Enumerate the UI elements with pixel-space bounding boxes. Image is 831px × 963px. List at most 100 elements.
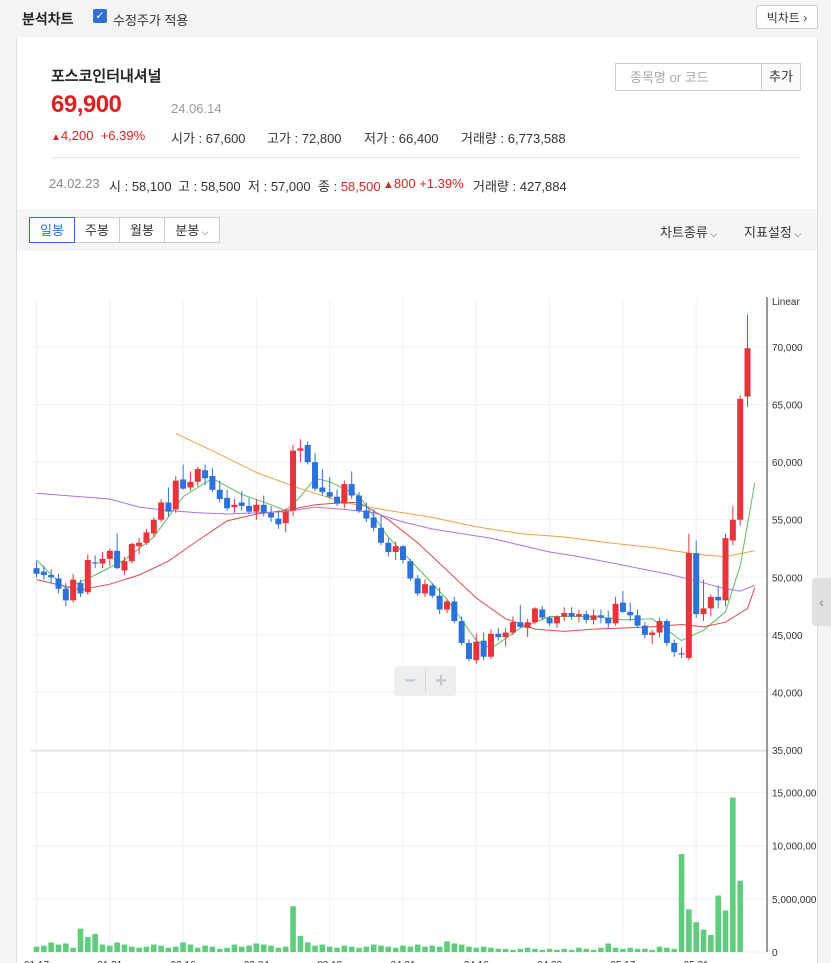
volume-bar (70, 947, 76, 952)
stat-label: 저가 (364, 131, 388, 146)
indicator-label: 지표설정 (744, 225, 792, 240)
zoom-out-button[interactable]: − (395, 669, 425, 693)
candle-body (429, 585, 436, 596)
candle-body (685, 553, 692, 658)
candle-body (290, 450, 297, 511)
candle-body (517, 622, 524, 627)
tab-daily[interactable]: 일봉 (29, 217, 75, 243)
volume-bar (187, 944, 194, 952)
zoom-in-button[interactable]: + (425, 669, 456, 693)
candle-body (634, 615, 641, 626)
volume-bar (363, 946, 370, 952)
volume-bar (246, 945, 252, 952)
volume-bar (150, 944, 157, 952)
volume-bar (143, 946, 150, 952)
candle-body (385, 542, 392, 552)
candle-body (421, 584, 428, 594)
adjusted-price-checkbox[interactable]: ✓ (93, 9, 107, 23)
stock-chart[interactable]: Linear 35,000 40,000 45,000 50,000 55,000 60,0… (17, 251, 817, 963)
candle-body (539, 609, 546, 618)
candle-body (495, 633, 502, 638)
candle-body (400, 546, 406, 561)
volume-bar (502, 948, 509, 952)
chevron-right-icon: › (803, 11, 808, 25)
hover-label: 저 (248, 179, 260, 194)
up-triangle-icon: ▲ (51, 132, 61, 143)
candle-body (114, 550, 121, 569)
candle-body (729, 519, 736, 541)
candle-body (165, 502, 172, 512)
volume-bar (114, 942, 120, 952)
volume-bar (488, 947, 494, 952)
candle-body (224, 497, 231, 509)
zoom-control: − + (394, 666, 456, 696)
big-chart-button[interactable]: 빅차트 › (756, 5, 818, 29)
volume-bar (172, 946, 179, 952)
candle-body (605, 617, 612, 624)
stock-search-input[interactable] (616, 64, 762, 90)
add-button[interactable]: 추가 (761, 64, 800, 90)
volume-tick-label: 15,000,000 (772, 788, 817, 799)
candle-body (509, 622, 516, 633)
volume-bar (128, 946, 135, 952)
volume-bar (194, 947, 201, 952)
price-tick-label: 50,000 (772, 573, 803, 584)
candle-body (671, 642, 678, 653)
volume-bar (392, 947, 399, 952)
candle-body (619, 602, 626, 612)
volume-bar (693, 922, 699, 952)
ma120-line (175, 432, 755, 558)
candle-body (356, 495, 363, 511)
volume-bar (510, 949, 516, 952)
hover-high: 고 : 58,500 (178, 179, 241, 194)
ma5-line (36, 477, 756, 650)
stat-open: 시가 : 67,600 (171, 131, 246, 146)
change-percent: +6.39% (100, 128, 146, 143)
volume-bar (576, 947, 582, 952)
adjusted-price-label[interactable]: 수정주가 적용 (113, 10, 188, 29)
price-tick-label: 70,000 (772, 343, 803, 354)
volume-tick-label: 10,000,000 (772, 842, 817, 853)
candle-body (253, 504, 260, 512)
candle-body (700, 608, 707, 615)
hover-value: 57,000 (270, 179, 311, 194)
candle-body (487, 633, 494, 657)
stat-value: 72,800 (301, 131, 342, 146)
candle-body (334, 496, 341, 504)
volume-bar (495, 948, 502, 952)
chart-type-dropdown[interactable]: 차트종류 ⌵ (660, 222, 717, 241)
hover-close: 종 : 58,500 (318, 179, 381, 194)
indicator-dropdown[interactable]: 지표설정 ⌵ (744, 222, 801, 241)
tab-weekly[interactable]: 주봉 (74, 217, 120, 243)
chart-panel: 포스코인터내셔널 69,900 24.06.14 ▲4,200 +6.39% 시… (16, 37, 818, 963)
candle-body (627, 611, 634, 616)
volume-bar (326, 946, 333, 952)
current-price: 69,900 (51, 91, 122, 118)
side-panel-toggle[interactable]: ‹ (812, 578, 831, 626)
volume-bar (407, 946, 414, 952)
volume-bar (715, 895, 721, 952)
stat-value: 67,600 (205, 131, 246, 146)
candle-body (678, 653, 685, 655)
volume-bar (627, 947, 634, 952)
volume-bar (41, 945, 47, 952)
ma20-line (36, 502, 756, 632)
candle-body (312, 462, 319, 489)
volume-bar (546, 948, 553, 952)
candle-body (40, 571, 47, 576)
candle-body (180, 479, 187, 489)
volume-bar (642, 948, 648, 952)
volume-bar (356, 947, 362, 952)
hover-change: ▲800 +1.39% (383, 176, 464, 191)
tab-minute[interactable]: 분봉 ⌵ (164, 217, 220, 243)
tab-monthly[interactable]: 월봉 (119, 217, 165, 243)
candle-body (480, 640, 487, 657)
volume-bar (612, 947, 619, 952)
candle-body (553, 616, 560, 624)
stat-label: 거래량 (461, 131, 497, 146)
candle-body (55, 578, 62, 589)
volume-bar (107, 945, 113, 952)
volume-bar (722, 910, 729, 952)
stat-value: 6,773,588 (507, 131, 566, 146)
chart-type-label: 차트종류 (660, 225, 708, 240)
